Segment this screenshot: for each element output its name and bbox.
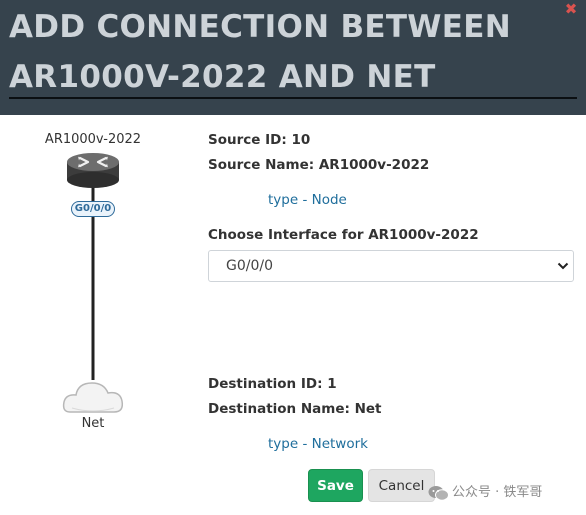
interface-select[interactable]: G0/0/0 — [208, 250, 574, 282]
dialog-header: ADD CONNECTION BETWEEN AR1000V-2022 AND … — [0, 0, 586, 115]
destination-name-text: Destination Name: Net — [208, 401, 382, 417]
source-name-text: Source Name: AR1000v-2022 — [208, 157, 430, 173]
topology-panel: AR1000v-2022 G0/0/0 Net — [0, 115, 200, 515]
source-id-text: Source ID: 10 — [208, 132, 311, 148]
close-icon[interactable]: ✖ — [563, 0, 579, 18]
save-button[interactable]: Save — [308, 469, 363, 502]
chat-bubbles-icon — [428, 486, 449, 501]
watermark: 公众号 · 铁军哥 — [428, 483, 584, 503]
watermark-text: 公众号 · 铁军哥 — [452, 485, 543, 500]
topology-graphics — [62, 153, 124, 413]
router-icon — [67, 153, 119, 188]
interface-badge: G0/0/0 — [71, 201, 115, 217]
dialog-title-line-2: AR1000V-2022 AND NET — [9, 59, 436, 95]
dialog-title-line-1: ADD CONNECTION BETWEEN — [9, 9, 511, 45]
title-divider — [9, 97, 577, 99]
cloud-icon — [62, 382, 124, 413]
chevron-down-icon — [557, 262, 569, 270]
destination-type-text: type - Network — [268, 436, 368, 452]
interface-select-value: G0/0/0 — [226, 258, 274, 274]
interface-select-label: Choose Interface for AR1000v-2022 — [208, 227, 479, 243]
destination-node-label: Net — [81, 416, 105, 431]
source-type-text: type - Node — [268, 192, 347, 208]
dialog-title: ADD CONNECTION BETWEEN AR1000V-2022 AND … — [9, 2, 569, 102]
destination-id-text: Destination ID: 1 — [208, 376, 337, 392]
cancel-button[interactable]: Cancel — [368, 469, 435, 502]
